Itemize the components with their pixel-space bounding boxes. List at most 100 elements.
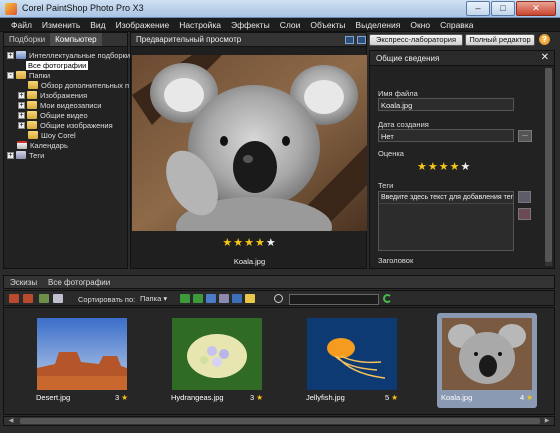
share-icon[interactable] [180, 294, 190, 303]
star-icon[interactable]: ★ [255, 237, 266, 249]
export-icon[interactable] [193, 294, 203, 303]
scroll-right-icon[interactable]: ▶ [542, 417, 552, 425]
menu-edit[interactable]: Изменить [37, 20, 85, 30]
folder-icon [27, 121, 37, 129]
tree-item-smart-collections[interactable]: + Интеллектуальные подборки [7, 50, 130, 60]
tree-item-all-photos[interactable]: Все фотографии [26, 60, 89, 70]
thumbnail-item[interactable]: Jellyfish.jpg 5 ★ [302, 313, 402, 408]
menu-window[interactable]: Окно [405, 20, 435, 30]
star-icon[interactable]: ★ [428, 161, 439, 173]
scroll-left-icon[interactable]: ◀ [6, 417, 16, 425]
tree-item-public-pictures[interactable]: + Общие изображения [18, 120, 113, 130]
horizontal-scrollbar[interactable]: ◀ ▶ [3, 416, 555, 426]
menu-help[interactable]: Справка [435, 20, 478, 30]
tree-item-my-videos[interactable]: + Мои видеозаписи [18, 100, 101, 110]
help-icon[interactable]: ? [539, 34, 550, 45]
sort-dropdown[interactable]: Папка ▾ [140, 294, 176, 304]
menu-view[interactable]: Вид [85, 20, 110, 30]
image-view-icon[interactable] [39, 294, 49, 303]
tree-item-folders[interactable]: - Папки [7, 70, 50, 80]
date-label: Дата создания [378, 120, 429, 129]
star-empty-icon[interactable]: ★ [266, 237, 277, 249]
expand-icon[interactable]: + [18, 121, 25, 129]
print-icon[interactable] [219, 294, 229, 303]
delete-icon[interactable] [53, 294, 63, 303]
preview-rating[interactable]: ★★★★★ [131, 236, 368, 249]
menu-adjust[interactable]: Настройка [174, 20, 226, 30]
email-icon[interactable] [245, 294, 255, 303]
info-icon[interactable] [232, 294, 242, 303]
search-input[interactable] [289, 294, 379, 305]
split-view-icon[interactable] [357, 36, 366, 44]
menu-effects[interactable]: Эффекты [226, 20, 275, 30]
menu-layers[interactable]: Слои [275, 20, 306, 30]
thumbnail-rating: 3 ★ [115, 393, 128, 402]
expand-icon[interactable]: + [7, 151, 14, 159]
star-icon[interactable]: ★ [244, 237, 255, 249]
thumbnail-name: Jellyfish.jpg [306, 393, 345, 402]
star-icon[interactable]: ★ [439, 161, 450, 173]
maximize-button[interactable]: □ [491, 1, 515, 16]
minimize-button[interactable]: – [466, 1, 490, 16]
rating-label: Оценка [378, 149, 404, 158]
thumbnail-item-selected[interactable]: Koala.jpg 4 ★ [437, 313, 537, 408]
folder-icon [16, 71, 26, 79]
layout-icon[interactable] [345, 36, 354, 44]
tree-item-browse-more[interactable]: Обзор дополнительных п [28, 80, 129, 90]
date-picker-button[interactable]: ... [518, 130, 532, 142]
expand-icon[interactable]: + [7, 51, 14, 59]
remove-tag-icon[interactable] [518, 208, 531, 220]
date-field[interactable]: Нет [378, 129, 514, 142]
title-bar: Corel PaintShop Photo Pro X3 – □ ✕ [0, 0, 560, 18]
tab-computer[interactable]: Компьютер [50, 33, 102, 46]
smart-collection-icon [16, 51, 26, 59]
refresh-icon[interactable] [383, 294, 392, 303]
tags-label: Теги [378, 181, 394, 190]
collapse-icon[interactable]: - [7, 71, 14, 79]
folder-icon [27, 91, 37, 99]
add-tag-icon[interactable] [518, 191, 531, 203]
tree-item-corel-show[interactable]: Шоу Corel [28, 130, 76, 140]
expand-icon[interactable]: + [18, 101, 25, 109]
thumbnail-strip-header: Эскизы Все фотографии [3, 275, 555, 289]
close-icon[interactable]: ✕ [541, 52, 549, 63]
rotate-left-icon[interactable] [9, 294, 19, 303]
tags-box[interactable]: Введите здесь текст для добавления тега [378, 191, 514, 251]
thumbnail-item[interactable]: Hydrangeas.jpg 3 ★ [167, 313, 267, 408]
express-lab-button[interactable]: Экспресс-лаборатория [369, 34, 463, 46]
menu-objects[interactable]: Объекты [305, 20, 350, 30]
tab-all-photos[interactable]: Все фотографии [48, 278, 110, 287]
tab-collections[interactable]: Подборки [4, 33, 50, 46]
star-icon[interactable]: ★ [417, 161, 428, 173]
tree-item-pictures[interactable]: + Изображения [18, 90, 87, 100]
star-icon[interactable]: ★ [233, 237, 244, 249]
rotate-right-icon[interactable] [23, 294, 33, 303]
menu-file[interactable]: Файл [6, 20, 37, 30]
tab-thumbnails[interactable]: Эскизы [10, 278, 37, 287]
close-button[interactable]: ✕ [516, 1, 556, 16]
full-editor-button[interactable]: Полный редактор [465, 34, 535, 46]
tree-item-calendar[interactable]: Календарь [17, 140, 68, 150]
tree-item-public-videos[interactable]: + Общие видео [18, 110, 88, 120]
thumbnail-item[interactable]: Desert.jpg 3 ★ [32, 313, 132, 408]
filename-field[interactable]: Koala.jpg [378, 98, 514, 111]
thumbnail-toolbar: Сортировать по: Папка ▾ [3, 290, 555, 306]
menu-selections[interactable]: Выделения [350, 20, 405, 30]
info-rating[interactable]: ★★★★★ [417, 160, 471, 173]
tags-input[interactable]: Введите здесь текст для добавления тега [379, 192, 513, 204]
star-icon: ★ [526, 393, 533, 402]
info-scrollbar[interactable] [545, 68, 552, 266]
menu-image[interactable]: Изображение [111, 20, 175, 30]
expand-icon[interactable]: + [18, 91, 25, 99]
star-empty-icon[interactable]: ★ [461, 161, 472, 173]
scroll-thumb[interactable] [20, 418, 540, 424]
preview-filename: Koala.jpg [233, 257, 266, 266]
search-icon[interactable] [274, 294, 283, 303]
star-icon[interactable]: ★ [222, 237, 233, 249]
star-icon[interactable]: ★ [450, 161, 461, 173]
tree-item-tags[interactable]: + Теги [7, 150, 44, 160]
play-icon[interactable] [206, 294, 216, 303]
expand-icon[interactable]: + [18, 111, 25, 119]
info-title: Общие сведения [376, 54, 440, 63]
folder-icon [28, 81, 38, 89]
